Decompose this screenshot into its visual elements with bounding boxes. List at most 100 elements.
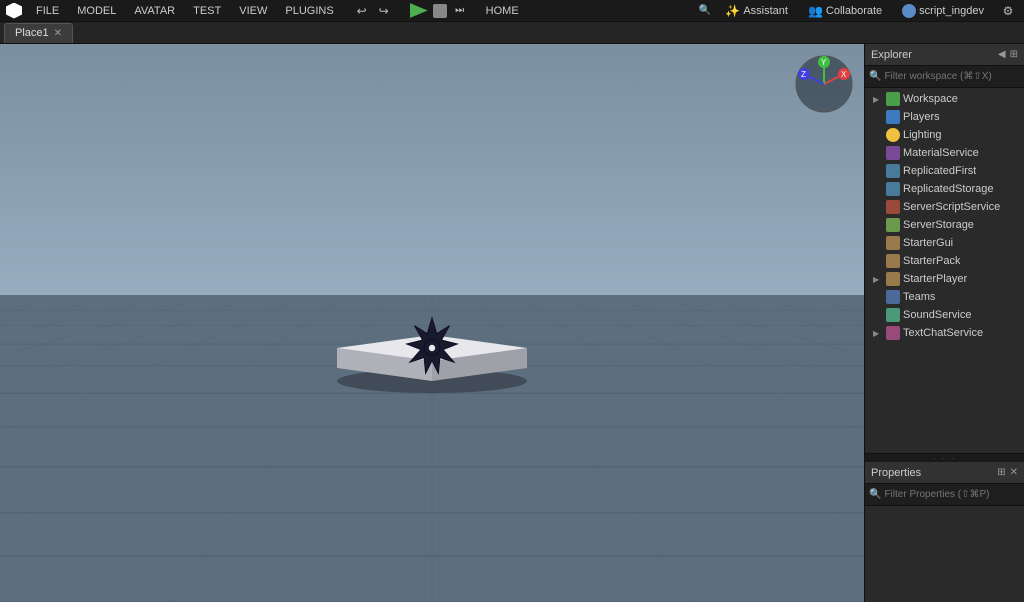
properties-title: Properties	[871, 467, 921, 479]
svg-text:Y: Y	[821, 58, 827, 67]
replicatedstorage-icon	[886, 182, 900, 196]
menu-view[interactable]: VIEW	[235, 5, 271, 17]
players-icon	[886, 110, 900, 124]
lighting-icon	[886, 128, 900, 142]
tree-item-players[interactable]: Players	[865, 108, 1024, 126]
svg-text:X: X	[841, 70, 847, 79]
undo-button[interactable]: ↩	[352, 1, 372, 21]
assistant-icon: ✨	[725, 4, 740, 18]
collaborate-button[interactable]: 👥 Collaborate	[802, 4, 888, 18]
menu-bar: FILE MODEL AVATAR TEST VIEW PLUGINS ↩ ↪ …	[0, 0, 1024, 22]
tree-item-materialservice[interactable]: MaterialService	[865, 144, 1024, 162]
workspace-icon	[886, 92, 900, 106]
step-button[interactable]: ⏭	[450, 1, 470, 21]
user-icon	[902, 4, 916, 18]
main-layout: X Y Z Explorer ◀ ⊞ �	[0, 44, 1024, 602]
tree-item-workspace[interactable]: ▶ Workspace	[865, 90, 1024, 108]
tree-item-textchatservice[interactable]: ▶ TextChatService	[865, 324, 1024, 342]
panel-resize-handle[interactable]: · · ·	[865, 454, 1024, 462]
starterplayer-label: StarterPlayer	[903, 273, 967, 285]
startergui-label: StarterGui	[903, 237, 953, 249]
properties-header-icons: ⊞ ✕	[997, 467, 1018, 478]
serverstorage-icon	[886, 218, 900, 232]
textchatservice-icon	[886, 326, 900, 340]
axis-widget: X Y Z	[794, 54, 854, 114]
explorer-tree: ▶ Workspace Players Lighting	[865, 88, 1024, 453]
menu-file[interactable]: FILE	[32, 5, 63, 17]
play-button[interactable]	[410, 3, 428, 18]
redo-button[interactable]: ↪	[374, 1, 394, 21]
tree-item-replicatedfirst[interactable]: ReplicatedFirst	[865, 162, 1024, 180]
starterpack-label: StarterPack	[903, 255, 960, 267]
properties-close-icon[interactable]: ✕	[1010, 467, 1018, 478]
app-logo	[6, 3, 22, 19]
tree-item-serverstorage[interactable]: ServerStorage	[865, 216, 1024, 234]
replicatedfirst-label: ReplicatedFirst	[903, 165, 976, 177]
explorer-filter-input[interactable]	[884, 71, 1020, 82]
tab-place1[interactable]: Place1 ✕	[4, 23, 73, 43]
workspace-arrow: ▶	[873, 95, 883, 104]
tree-item-starterpack[interactable]: StarterPack	[865, 252, 1024, 270]
properties-filter-input[interactable]	[884, 489, 1020, 500]
explorer-filter-bar: 🔍	[865, 66, 1024, 88]
starterplayer-icon	[886, 272, 900, 286]
soundservice-label: SoundService	[903, 309, 972, 321]
menu-plugins[interactable]: PLUGINS	[281, 5, 337, 17]
serverscriptservice-label: ServerScriptService	[903, 201, 1000, 213]
explorer-header-icons: ◀ ⊞	[998, 49, 1018, 60]
assistant-button[interactable]: ✨ Assistant	[719, 4, 794, 18]
soundservice-icon	[886, 308, 900, 322]
teams-label: Teams	[903, 291, 935, 303]
menu-home[interactable]: HOME	[482, 5, 523, 17]
materialservice-label: MaterialService	[903, 147, 979, 159]
serverscriptservice-icon	[886, 200, 900, 214]
viewport[interactable]: X Y Z	[0, 44, 864, 602]
tree-item-starterplayer[interactable]: ▶ StarterPlayer	[865, 270, 1024, 288]
tree-item-teams[interactable]: Teams	[865, 288, 1024, 306]
properties-header: Properties ⊞ ✕	[865, 462, 1024, 484]
properties-panel: Properties ⊞ ✕ 🔍	[865, 462, 1024, 602]
stop-button[interactable]	[433, 4, 447, 18]
explorer-title: Explorer	[871, 49, 912, 61]
teams-icon	[886, 290, 900, 304]
user-account-button[interactable]: script_ingdev	[896, 4, 990, 18]
collaborate-icon: 👥	[808, 4, 823, 18]
explorer-collapse-icon[interactable]: ◀	[998, 49, 1006, 60]
startergui-icon	[886, 236, 900, 250]
explorer-grid-icon[interactable]: ⊞	[1010, 49, 1018, 60]
starterpack-icon	[886, 254, 900, 268]
tab-bar: Place1 ✕	[0, 22, 1024, 44]
serverstorage-label: ServerStorage	[903, 219, 974, 231]
menu-test[interactable]: TEST	[189, 5, 225, 17]
textchatservice-label: TextChatService	[903, 327, 983, 339]
menu-model[interactable]: MODEL	[73, 5, 120, 17]
starterplayer-arrow: ▶	[873, 275, 883, 284]
properties-expand-icon[interactable]: ⊞	[997, 467, 1005, 478]
properties-filter-bar: 🔍	[865, 484, 1024, 506]
tree-item-serverscriptservice[interactable]: ServerScriptService	[865, 198, 1024, 216]
menu-avatar[interactable]: AVATAR	[130, 5, 179, 17]
replicatedstorage-label: ReplicatedStorage	[903, 183, 994, 195]
menu-right-section: 🔍 ✨ Assistant 👥 Collaborate script_ingde…	[699, 1, 1018, 21]
tree-item-startergui[interactable]: StarterGui	[865, 234, 1024, 252]
tab-close-button[interactable]: ✕	[54, 28, 62, 39]
settings-button[interactable]: ⚙	[998, 1, 1018, 21]
textchatservice-arrow: ▶	[873, 329, 883, 338]
search-icon: 🔍	[699, 5, 711, 16]
replicatedfirst-icon	[886, 164, 900, 178]
explorer-header: Explorer ◀ ⊞	[865, 44, 1024, 66]
right-panel: Explorer ◀ ⊞ 🔍 ▶ Workspace	[864, 44, 1024, 602]
properties-filter-icon: 🔍	[869, 489, 881, 500]
scene-object	[322, 293, 542, 393]
materialservice-icon	[886, 146, 900, 160]
filter-search-icon: 🔍	[869, 71, 881, 82]
tree-item-lighting[interactable]: Lighting	[865, 126, 1024, 144]
players-label: Players	[903, 111, 940, 123]
lighting-label: Lighting	[903, 129, 942, 141]
tab-place1-label: Place1	[15, 27, 49, 39]
workspace-label: Workspace	[903, 93, 958, 105]
tree-item-replicatedstorage[interactable]: ReplicatedStorage	[865, 180, 1024, 198]
tree-item-soundservice[interactable]: SoundService	[865, 306, 1024, 324]
svg-text:Z: Z	[801, 70, 806, 79]
explorer-panel: Explorer ◀ ⊞ 🔍 ▶ Workspace	[865, 44, 1024, 454]
